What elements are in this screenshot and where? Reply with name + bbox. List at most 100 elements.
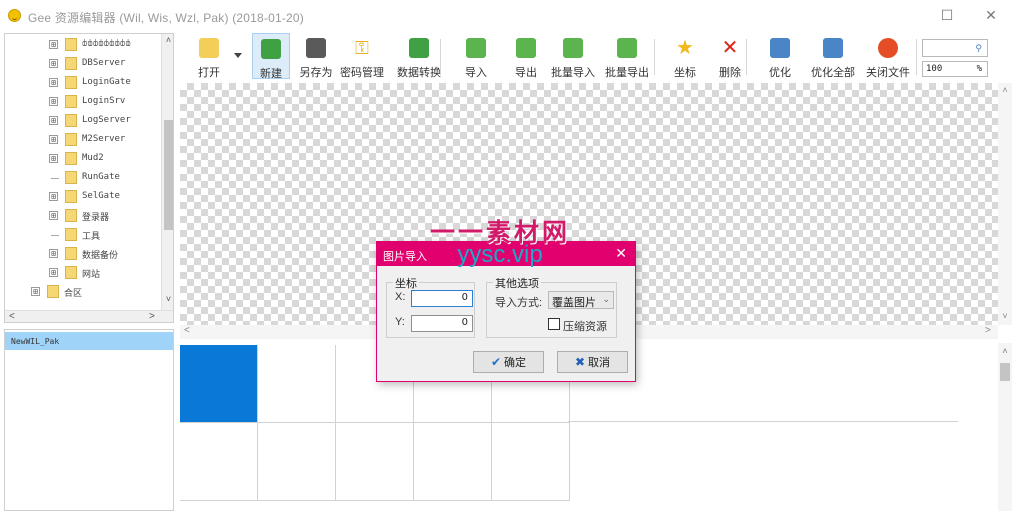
import-mode-select[interactable]: 覆盖图片 ⌄ — [548, 291, 614, 309]
toolbar-button-label: 数据转换 — [397, 67, 441, 79]
toolbar-button-new-file[interactable]: 新建 — [252, 33, 290, 80]
toolbar-separator — [654, 39, 655, 75]
x-label: X: — [395, 291, 406, 303]
canvas-vertical-scrollbar[interactable]: ˄ ˅ — [998, 83, 1012, 325]
toolbar-button-label: 批量导出 — [605, 67, 649, 79]
toolbar-button-convert[interactable]: 数据转换 — [394, 33, 444, 79]
toolbar-button-label: 关闭文件 — [866, 67, 910, 79]
toolbar-button-export[interactable]: 导出 — [508, 33, 544, 79]
folder-icon — [65, 114, 77, 127]
toolbar-button-save-as[interactable]: 另存为 — [296, 33, 336, 79]
thumbnail-cell[interactable] — [336, 423, 414, 501]
toolbar-separator — [746, 39, 747, 75]
folder-icon — [65, 152, 77, 165]
tree-expander-icon[interactable]: ⊞ — [49, 154, 58, 163]
ok-button-label: 确定 — [504, 357, 527, 369]
key-icon: ⚿ — [355, 38, 369, 58]
toolbar-button-star[interactable]: ★ 坐标 — [668, 33, 702, 79]
tree-horizontal-scrollbar[interactable]: < > — [5, 310, 173, 322]
file-list-item-selected[interactable]: NewWIL_Pak — [5, 332, 173, 350]
toolbar-button-delete[interactable]: ✕ 删除 — [712, 33, 748, 79]
toolbar: 打开 新建 另存为 ⚿ 密码管理 数据转换 导入 导出 批量导入 批量导出 ★ 坐标 ✕ 删除 优化 优化全部… — [178, 33, 1014, 81]
tree-expander-icon[interactable]: ⊞ — [49, 59, 58, 68]
tree-item-label: M2Server — [82, 134, 126, 144]
close-file-icon — [878, 38, 898, 58]
coordinate-group-title: 坐标 — [393, 275, 419, 291]
tree-item-label: LoginSrv — [82, 96, 126, 106]
title-bar: Gee 资源编辑器 (Wil, Wis, Wzl, Pak) (2018-01-… — [0, 0, 1014, 32]
toolbar-button-optimize-all[interactable]: 优化全部 — [806, 33, 860, 79]
canvas-scroll-left-arrow[interactable]: < — [184, 325, 190, 336]
toolbar-button-import[interactable]: 导入 — [458, 33, 494, 79]
y-coordinate-input[interactable]: 0 — [411, 315, 473, 332]
zoom-input[interactable]: 100 % — [922, 61, 988, 77]
toolbar-button-label: 删除 — [719, 67, 741, 79]
folder-icon — [65, 247, 77, 260]
tree-expander-icon[interactable]: ⊞ — [49, 211, 58, 220]
tree-expander-icon[interactable]: ⊞ — [49, 40, 58, 49]
close-window-button[interactable]: ✕ — [974, 4, 1008, 28]
search-input[interactable]: ⚲ — [922, 39, 988, 57]
new-file-icon — [261, 39, 281, 59]
open-dropdown-arrow-icon[interactable] — [234, 53, 242, 58]
canvas-scroll-right-arrow[interactable]: > — [985, 325, 991, 336]
toolbar-button-label: 优化 — [769, 67, 791, 79]
tree-expander-icon[interactable]: ⊞ — [49, 268, 58, 277]
tree-scroll-down-arrow[interactable]: ˅ — [162, 294, 173, 304]
toolbar-button-key[interactable]: ⚿ 密码管理 — [338, 33, 386, 79]
tree-scroll-right-arrow[interactable]: > — [149, 311, 155, 322]
tree-scroll-thumb[interactable] — [164, 120, 173, 230]
dialog-close-button[interactable]: ✕ — [615, 245, 627, 262]
tree-expander-icon[interactable]: ⊞ — [49, 78, 58, 87]
cancel-button[interactable]: ✖ 取消 — [557, 351, 628, 373]
tree-expander-icon[interactable]: ⊞ — [49, 97, 58, 106]
compress-checkbox[interactable] — [548, 318, 560, 330]
tree-expander-icon[interactable]: ⊞ — [49, 135, 58, 144]
thumbnail-cell[interactable] — [414, 423, 492, 501]
thumbnail-cell[interactable] — [492, 423, 570, 501]
thumbnail-cell[interactable] — [180, 423, 258, 501]
convert-icon — [409, 38, 429, 58]
tree-expander-icon[interactable]: ⊞ — [31, 287, 40, 296]
grid-scroll-thumb[interactable] — [1000, 363, 1010, 381]
folder-tree[interactable]: ⊞ ȸȸȸȸȸȸȸȸȸ ⊞ DBServer ⊞ LoginGate ⊞ LoginSrv ⊞ L… — [4, 33, 174, 323]
toolbar-button-batch-export[interactable]: 批量导出 — [602, 33, 652, 79]
maximize-button[interactable]: ☐ — [930, 4, 964, 28]
toolbar-button-close-file[interactable]: 关闭文件 — [864, 33, 912, 79]
tree-item-label: 合区 — [64, 289, 83, 299]
toolbar-button-optimize[interactable]: 优化 — [762, 33, 798, 79]
ok-button[interactable]: ✔ 确定 — [473, 351, 544, 373]
file-list[interactable]: NewWIL_Pak — [4, 329, 174, 511]
folder-icon — [65, 95, 77, 108]
tree-scroll-up-arrow[interactable]: ˄ — [162, 35, 173, 45]
toolbar-button-label: 批量导入 — [551, 67, 595, 79]
star-icon: ★ — [676, 37, 694, 59]
tree-item-label: 数据备份 — [82, 251, 119, 261]
tree-scroll-left-arrow[interactable]: < — [9, 311, 15, 322]
tree-expander-icon[interactable]: ⊞ — [49, 249, 58, 258]
tree-expander-icon[interactable]: ⊞ — [49, 192, 58, 201]
x-coordinate-input[interactable]: 0 — [411, 290, 473, 307]
thumbnail-cell[interactable] — [258, 423, 336, 501]
open-folder-icon — [199, 38, 219, 58]
tree-expander-icon[interactable]: ⊞ — [49, 116, 58, 125]
batch-import-icon — [563, 38, 583, 58]
tree-item-label: LoginGate — [82, 77, 131, 87]
canvas-scroll-down-arrow[interactable]: ˅ — [998, 311, 1012, 321]
toolbar-button-label: 导出 — [515, 67, 537, 79]
canvas-scroll-up-arrow[interactable]: ˄ — [998, 85, 1012, 95]
app-window: Gee 资源编辑器 (Wil, Wis, Wzl, Pak) (2018-01-… — [0, 0, 1014, 511]
grid-scroll-up-arrow[interactable]: ˄ — [998, 346, 1012, 356]
grid-vertical-scrollbar[interactable]: ˄ — [998, 343, 1012, 511]
folder-icon — [65, 266, 77, 279]
folder-icon — [65, 190, 77, 203]
tree-item-label: 网站 — [82, 270, 101, 280]
toolbar-button-open-folder[interactable]: 打开 — [192, 33, 226, 79]
thumbnail-cell[interactable] — [258, 345, 336, 423]
thumbnail-cell-selected[interactable] — [180, 345, 258, 423]
tree-vertical-scrollbar[interactable]: ˄ ˅ — [161, 34, 173, 310]
toolbar-button-batch-import[interactable]: 批量导入 — [548, 33, 598, 79]
toolbar-button-label: 密码管理 — [340, 67, 384, 79]
tree-item-label: DBServer — [82, 58, 126, 68]
toolbar-button-label: 打开 — [198, 67, 220, 79]
